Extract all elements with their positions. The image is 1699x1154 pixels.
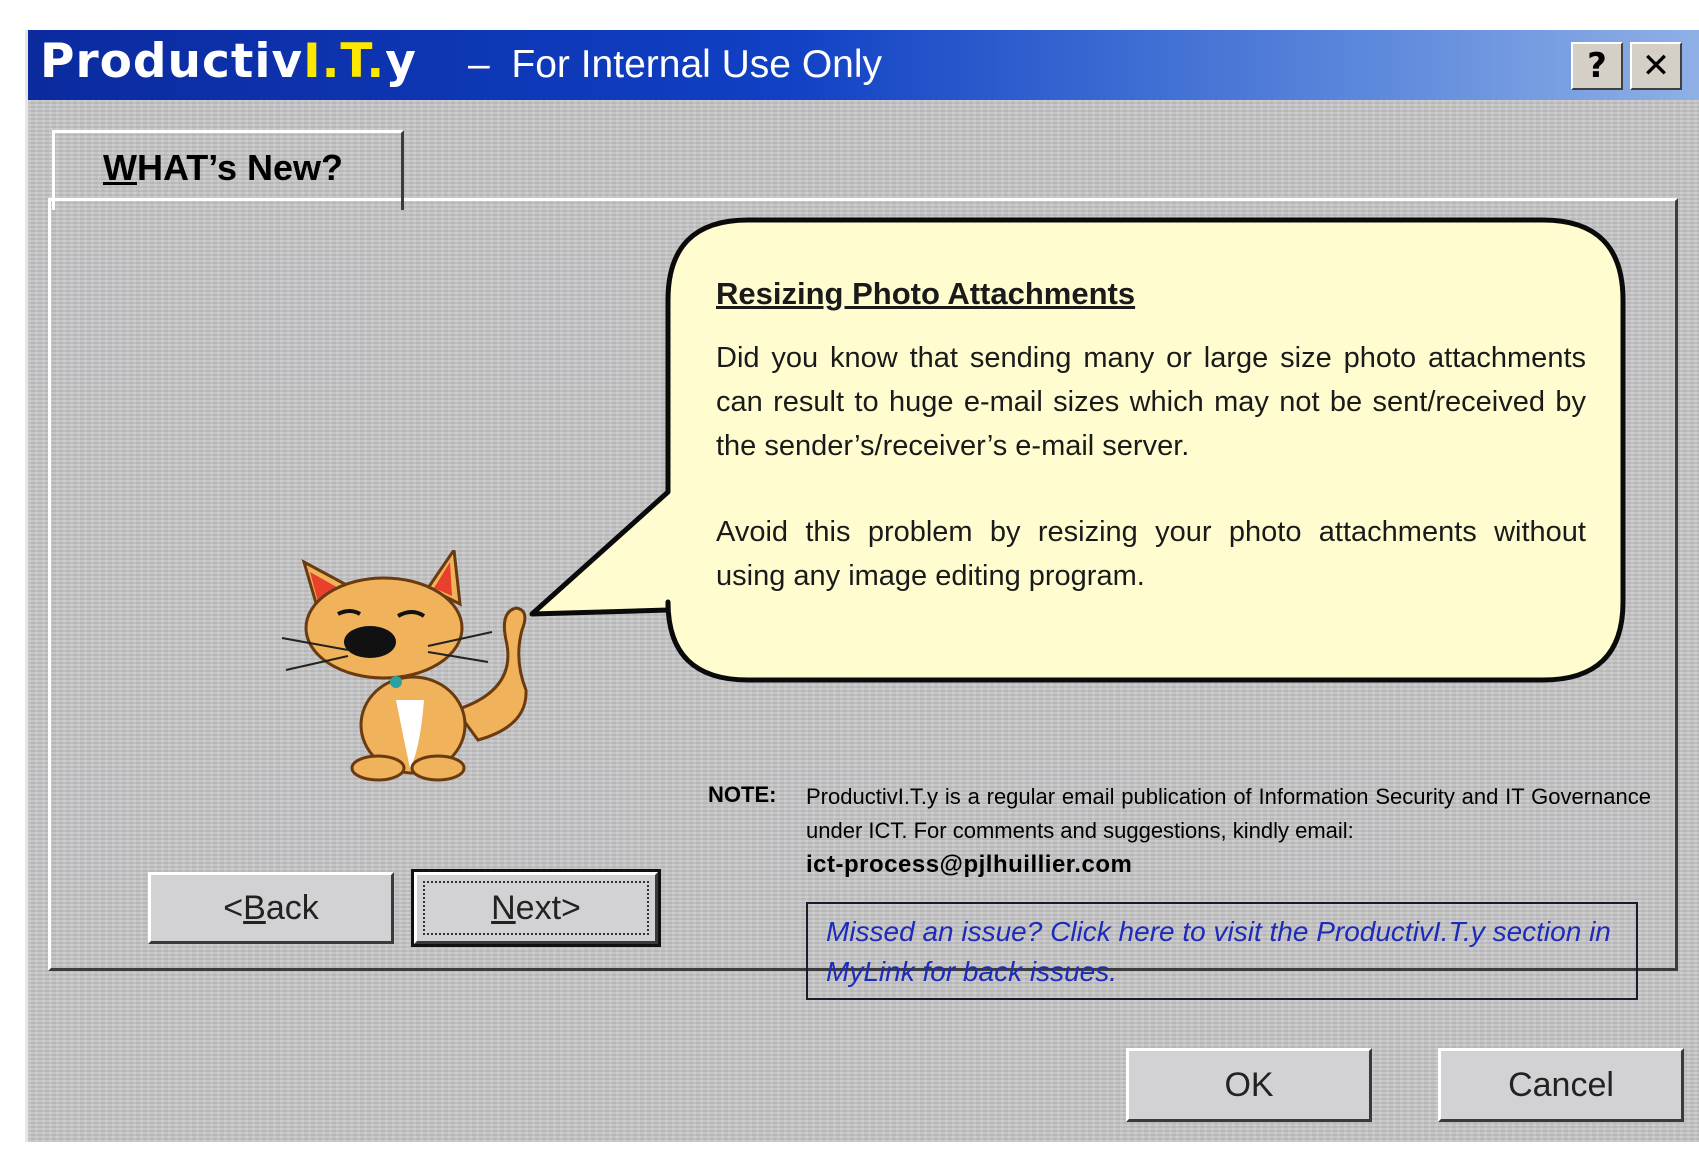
back-button-prefix: < (223, 888, 244, 927)
bubble-content: Resizing Photo Attachments Did you know … (716, 276, 1586, 640)
next-button[interactable]: Next> (411, 869, 661, 947)
back-button-mnemonic: B (243, 888, 266, 927)
focus-rectangle (423, 881, 649, 935)
ok-button[interactable]: OK (1126, 1048, 1372, 1122)
note-text: ProductivI.T.y is a regular email public… (806, 780, 1651, 882)
tab-label: WHAT’s New? (103, 147, 343, 189)
back-button-rest: ack (265, 888, 319, 927)
bubble-paragraph-1: Did you know that sending many or large … (716, 342, 1586, 462)
tab-label-mnemonic: W (103, 147, 137, 188)
note-email: ict-process@pjlhuillier.com (806, 851, 1133, 878)
cartoon-cat-icon (281, 550, 528, 782)
back-button[interactable]: < Back (148, 872, 394, 944)
note-label: NOTE: (708, 782, 777, 807)
back-issues-link[interactable]: Missed an issue? Click here to visit the… (806, 902, 1638, 1000)
bubble-paragraph-2: Avoid this problem by resizing your phot… (716, 516, 1586, 592)
tab-label-rest: HAT’s New? (136, 147, 343, 188)
cancel-button[interactable]: Cancel (1438, 1048, 1684, 1122)
note-body: ProductivI.T.y is a regular email public… (806, 784, 1651, 843)
bubble-title: Resizing Photo Attachments (716, 276, 1136, 311)
tab-whats-new[interactable]: WHAT’s New? (52, 130, 404, 210)
dialog-window: ProductivI.T.y – For Internal Use Only ?… (28, 30, 1699, 1142)
